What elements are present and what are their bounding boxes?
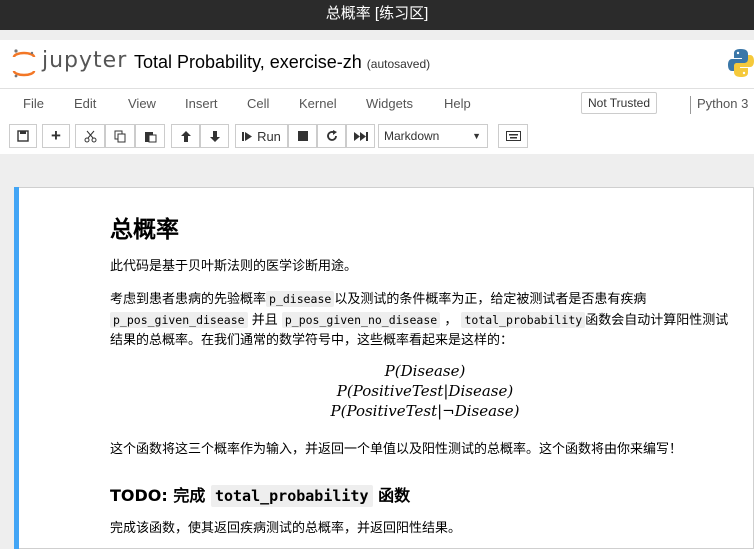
scissors-icon <box>84 130 96 142</box>
notebook-title[interactable]: Total Probability, exercise-zh <box>134 52 362 72</box>
move-down-button[interactable] <box>200 124 229 148</box>
todo-code: total_probability <box>210 485 373 507</box>
autosave-status: (autosaved) <box>366 57 431 71</box>
desc-text-2: 以及测试的条件概率为正，给定被测试者是否患有疾病 <box>334 292 647 307</box>
menu-insert[interactable]: Insert <box>185 96 218 111</box>
paste-icon <box>144 131 156 142</box>
menu-cell[interactable]: Cell <box>247 96 269 111</box>
stop-icon <box>297 131 308 141</box>
insert-cell-button[interactable]: + <box>42 124 70 148</box>
menu-edit[interactable]: Edit <box>74 96 96 111</box>
menu-widgets[interactable]: Widgets <box>366 96 413 111</box>
chevron-down-icon: ▼ <box>472 131 481 141</box>
restart-icon <box>326 130 337 141</box>
run-label: Run <box>257 128 281 144</box>
task-paragraph: 完成该函数，使其返回疾病测试的总概率，并返回阳性结果。 <box>110 521 462 536</box>
save-button[interactable] <box>9 124 37 148</box>
desc-text-1: 考虑到患者患病的先验概率 <box>110 292 267 307</box>
math-line-1: P(Disease) <box>384 362 466 380</box>
copy-button[interactable] <box>105 124 135 148</box>
paste-button[interactable] <box>135 124 165 148</box>
keyboard-icon <box>505 131 521 141</box>
restart-run-all-button[interactable] <box>346 124 375 148</box>
cell-type-value: Markdown <box>384 129 440 143</box>
copy-icon <box>114 130 125 142</box>
code-p-pos-given-disease: p_pos_given_disease <box>110 312 248 328</box>
desc-text-4: ， <box>444 313 458 328</box>
arrow-down-icon <box>209 130 220 142</box>
interrupt-button[interactable] <box>288 124 317 148</box>
cell-heading: 总概率 <box>110 216 179 243</box>
plus-icon: + <box>51 126 61 145</box>
todo-text-1: 完成 <box>173 486 206 505</box>
kernel-separator <box>690 96 691 114</box>
code-total-probability: total_probability <box>461 312 586 328</box>
jupyter-logo-icon[interactable] <box>12 47 36 79</box>
run-button[interactable]: Run <box>235 124 288 148</box>
intro-paragraph: 此代码是基于贝叶斯法则的医学诊断用途。 <box>110 259 358 274</box>
math-line-3: P(PositiveTest|¬Disease) <box>330 402 520 420</box>
todo-heading: TODO: 完成 total_probability 函数 <box>110 482 411 507</box>
menu-help[interactable]: Help <box>444 96 471 111</box>
notebook-background <box>0 154 754 174</box>
window-title: 总概率 [练习区] <box>0 0 754 30</box>
arrow-up-icon <box>180 130 191 142</box>
kernel-indicator[interactable]: Python 3 <box>697 96 748 111</box>
menu-kernel[interactable]: Kernel <box>299 96 337 111</box>
math-line-2: P(PositiveTest|Disease) <box>336 382 514 400</box>
selected-cell-indicator <box>14 187 19 549</box>
command-palette-button[interactable] <box>498 124 528 148</box>
description-paragraph: 考虑到患者患病的先验概率 p_disease 以及测试的条件概率为正，给定被测试者是… <box>110 289 740 351</box>
cell-type-select[interactable]: Markdown ▼ <box>378 124 488 148</box>
menu-file[interactable]: File <box>23 96 44 111</box>
menu-view[interactable]: View <box>128 96 156 111</box>
todo-label: TODO: <box>110 486 168 505</box>
jupyter-logo-text[interactable]: jupyter <box>42 48 127 73</box>
not-trusted-button[interactable]: Not Trusted <box>581 92 657 114</box>
code-p-pos-given-no-disease: p_pos_given_no_disease <box>281 312 441 328</box>
restart-button[interactable] <box>317 124 346 148</box>
code-p-disease: p_disease <box>266 291 335 307</box>
move-up-button[interactable] <box>171 124 200 148</box>
notebook-name[interactable]: Total Probability, exercise-zh (autosave… <box>134 52 430 73</box>
python-logo-icon <box>728 49 754 77</box>
todo-text-2: 函数 <box>378 486 411 505</box>
fast-forward-icon <box>353 131 368 141</box>
step-forward-icon <box>242 131 253 141</box>
cut-button[interactable] <box>75 124 105 148</box>
save-icon <box>17 130 29 142</box>
desc-text-3: 并且 <box>251 313 278 328</box>
function-paragraph: 这个函数将这三个概率作为输入，并返回一个单值以及阳性测试的总概率。这个函数将由你… <box>110 442 683 457</box>
